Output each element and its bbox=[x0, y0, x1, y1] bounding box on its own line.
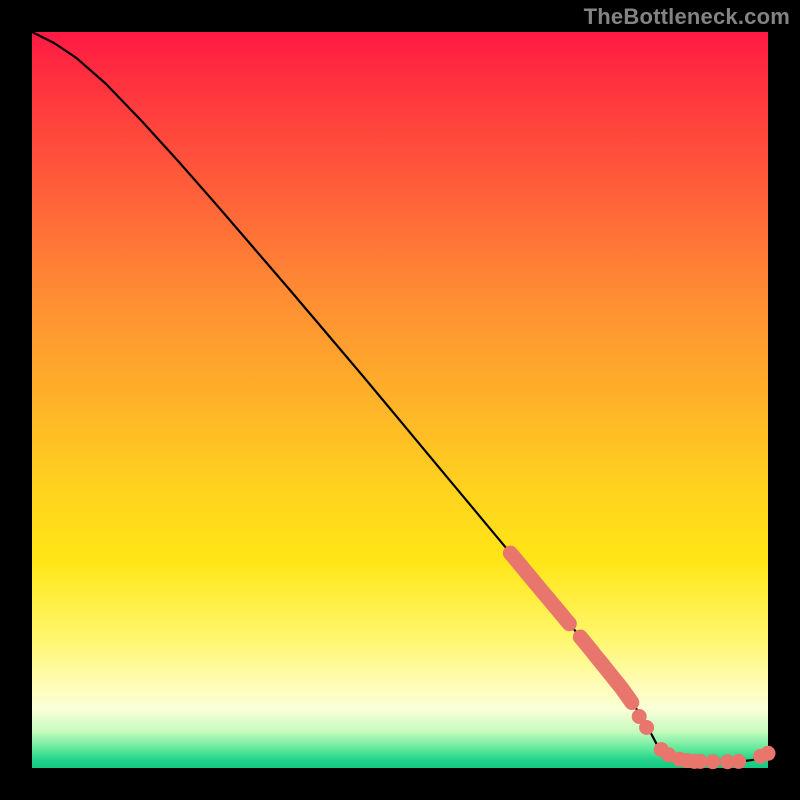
highlight-dot bbox=[705, 754, 720, 769]
bottleneck-curve bbox=[32, 32, 768, 762]
highlight-pill bbox=[510, 553, 569, 624]
highlight-points bbox=[510, 553, 775, 769]
highlight-dot bbox=[761, 746, 776, 761]
plot-area bbox=[32, 32, 768, 768]
highlight-dot bbox=[731, 754, 746, 769]
highlight-dot bbox=[639, 720, 654, 735]
chart-frame: TheBottleneck.com bbox=[0, 0, 800, 800]
highlight-pill bbox=[580, 637, 632, 703]
attribution-watermark: TheBottleneck.com bbox=[584, 4, 790, 30]
curve-layer bbox=[32, 32, 768, 768]
